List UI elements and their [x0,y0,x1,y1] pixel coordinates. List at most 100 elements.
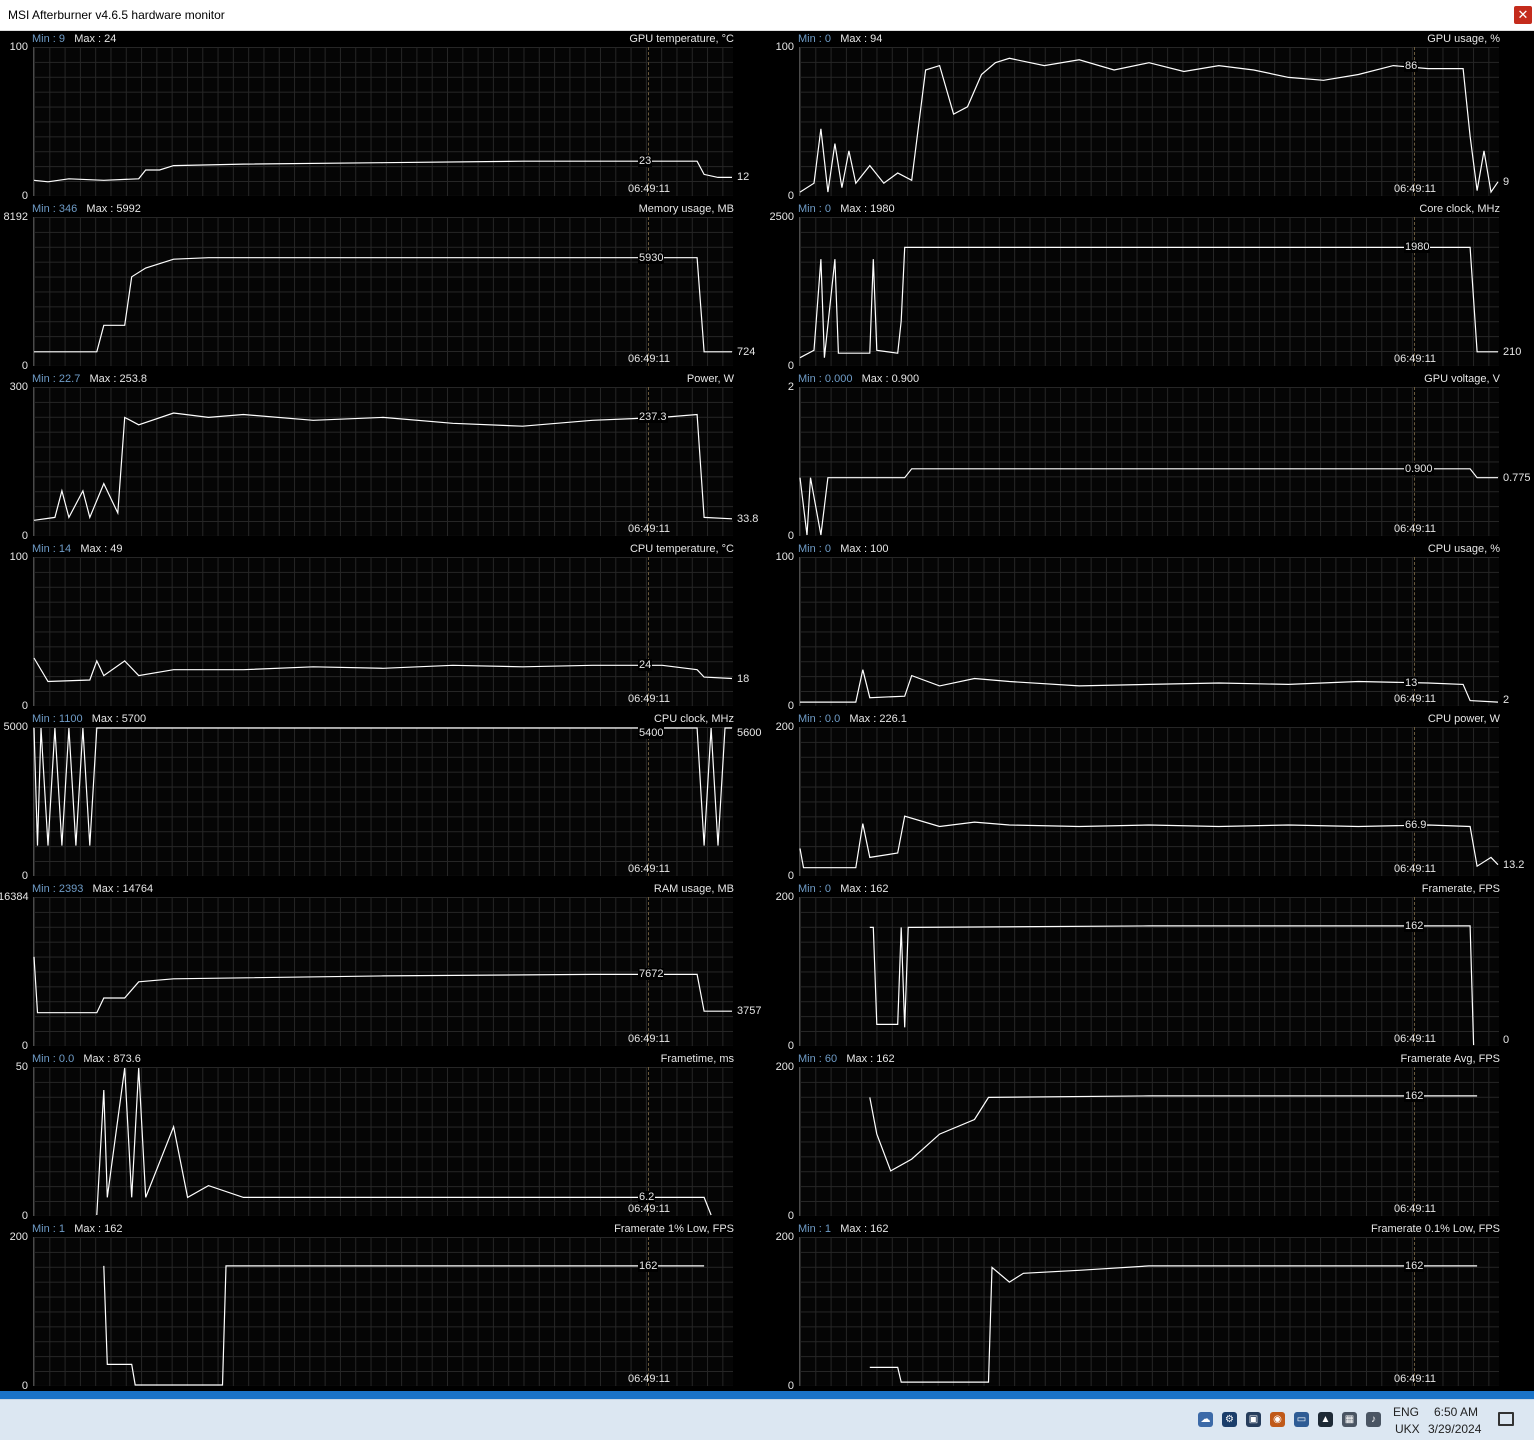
network-cloud-icon[interactable]: ☁ [1198,1412,1213,1427]
min-label: Min : [798,1053,825,1065]
graph-minmax: Min : 0.000 Max : 0.900 [798,373,919,385]
graph-timestamp: 06:49:11 [1394,1203,1437,1215]
trace-line [799,57,1499,194]
graph-trace [869,1095,1478,1172]
graph-panel[interactable]: Min : 22.7 Max : 253.8 Power, W 300 0 237.3 0… [0,371,766,542]
graph-trace [799,468,1498,536]
graph-plot-area[interactable]: 162 06:49:11 [33,1237,733,1386]
graph-title: Power, W [686,373,734,385]
graph-title: RAM usage, MB [653,883,734,895]
last-value: 3757 [737,1005,762,1018]
graph-panel[interactable]: Min : 0.0 Max : 873.6 Frametime, ms 50 0 6.2… [0,1051,766,1222]
current-value: 0.900 [1404,462,1434,475]
min-label: Min : [798,1223,825,1235]
max-value: 5700 [121,713,147,725]
graph-panel[interactable]: Min : 0 Max : 162 Framerate, FPS 200 0 162 06… [766,881,1532,1052]
graph-panel[interactable]: Min : 1 Max : 162 Framerate 1% Low, FPS 20… [0,1221,766,1392]
graph-plot-area[interactable]: 24 06:49:11 [33,557,733,706]
hardware-monitor-graphs[interactable]: Min : 9 Max : 24 GPU temperature, °C 100 0 2… [0,31,1534,1392]
graph-title: GPU usage, % [1427,33,1500,45]
trace-line [33,956,732,1014]
clock-time[interactable]: 6:50 AM [1434,1405,1478,1419]
graph-trace [800,669,1499,703]
graph-panel[interactable]: Min : 0 Max : 100 CPU usage, % 100 0 13 06:49… [766,541,1532,712]
graph-panel[interactable]: Min : 9 Max : 24 GPU temperature, °C 100 0 2… [0,31,766,202]
max-value: 100 [870,543,889,555]
graph-timestamp: 06:49:11 [628,1373,671,1385]
graph-plot-area[interactable]: 162 06:49:11 [799,1237,1499,1386]
clock-date[interactable]: 3/29/2024 [1428,1422,1481,1436]
graph-panel[interactable]: Min : 1 Max : 162 Framerate 0.1% Low, FPS… [766,1221,1532,1392]
graph-minmax: Min : 0 Max : 162 [798,883,889,895]
trace-line [103,1265,705,1386]
notification-center-icon[interactable] [1498,1412,1514,1426]
graph-trace [103,1265,705,1386]
graph-minmax: Min : 0.0 Max : 226.1 [798,713,907,725]
max-value: 226.1 [879,713,907,725]
graph-plot-area[interactable]: 86 06:49:11 [799,47,1499,196]
graph-plot-area[interactable]: 6.2 06:49:11 [33,1067,733,1216]
graph-panel[interactable]: Min : 2393 Max : 14764 RAM usage, MB 16384… [0,881,766,1052]
graph-panel[interactable]: Min : 60 Max : 162 Framerate Avg, FPS 200 0… [766,1051,1532,1222]
graph-plot-area[interactable]: 162 06:49:11 [799,897,1499,1046]
current-value: 7672 [638,968,665,981]
last-value: 724 [737,345,756,358]
graph-plot-area[interactable]: 237.3 06:49:11 [33,387,733,536]
msi-afterburner-icon[interactable]: ◉ [1270,1412,1285,1427]
max-label: Max : [831,543,871,555]
keyboard-layout[interactable]: UKX [1395,1422,1420,1436]
graph-title: Framerate, FPS [1421,883,1500,895]
min-label: Min : [798,33,825,45]
graph-trace [33,412,733,521]
graph-plot-area[interactable]: 13 06:49:11 [799,557,1499,706]
min-value: 1100 [58,713,83,725]
graph-plot-area[interactable]: 5400 06:49:11 [33,727,733,876]
graph-panel[interactable]: Min : 14 Max : 49 CPU temperature, °C 100 0… [0,541,766,712]
max-label: Max : [80,373,120,385]
graph-timestamp: 06:49:11 [1394,523,1437,535]
graph-plot-area[interactable]: 7672 06:49:11 [33,897,733,1046]
graph-panel[interactable]: Min : 1100 Max : 5700 CPU clock, MHz 5000 0… [0,711,766,882]
graph-title: GPU voltage, V [1424,373,1500,385]
graph-panel[interactable]: Min : 346 Max : 5992 Memory usage, MB 8192… [0,201,766,372]
graph-title: Framerate 0.1% Low, FPS [1371,1223,1500,1235]
graph-minmax: Min : 14 Max : 49 [32,543,123,555]
graph-timestamp: 06:49:11 [1394,693,1437,705]
graph-minmax: Min : 22.7 Max : 253.8 [32,373,147,385]
graph-minmax: Min : 1 Max : 162 [798,1223,889,1235]
scale-max-label: 200 [775,1231,794,1243]
close-button[interactable]: ✕ [1514,6,1532,24]
input-language[interactable]: ENG [1393,1405,1419,1419]
current-value: 86 [1404,59,1419,72]
network-icon[interactable]: ▦ [1342,1412,1357,1427]
last-value: 13.2 [1503,858,1525,871]
min-label: Min : [32,1223,59,1235]
graph-plot-area[interactable]: 66.9 06:49:11 [799,727,1499,876]
graph-panel[interactable]: Min : 0.000 Max : 0.900 GPU voltage, V200… [766,371,1532,542]
graph-trace [869,925,1475,1046]
graph-plot-area[interactable]: 0.900 06:49:11 [799,387,1499,536]
current-value: 162 [1404,1259,1425,1272]
graph-plot-area[interactable]: 5930 06:49:11 [33,217,733,366]
trace-line [33,160,732,183]
min-value: 0.0 [824,713,841,725]
graph-plot-area[interactable]: 162 06:49:11 [799,1067,1499,1216]
graph-minmax: Min : 346 Max : 5992 [32,203,141,215]
graph-timestamp: 06:49:11 [1394,863,1437,875]
nvidia-icon[interactable]: ▲ [1318,1412,1333,1427]
graph-panel[interactable]: Min : 0 Max : 1980 Core clock, MHz 2500 0 19… [766,201,1532,372]
scale-max-label: 16384 [0,891,29,903]
speaker-icon[interactable]: ♪ [1366,1412,1381,1427]
window-titlebar: MSI Afterburner v4.6.5 hardware monitor … [0,0,1534,31]
min-value: 0.000 [824,373,853,385]
graph-plot-area[interactable]: 1980 06:49:11 [799,217,1499,366]
graph-minmax: Min : 0 Max : 94 [798,33,882,45]
graph-plot-area[interactable]: 23 06:49:11 [33,47,733,196]
scale-max-label: 200 [775,721,794,733]
steam-icon[interactable]: ⚙ [1222,1412,1237,1427]
graph-panel[interactable]: Min : 0 Max : 94 GPU usage, % 100 0 86 06:49:… [766,31,1532,202]
graph-panel[interactable]: Min : 0.0 Max : 226.1 CPU power, W 200 0 66.… [766,711,1532,882]
min-label: Min : [32,373,59,385]
drive-icon[interactable]: ▭ [1294,1412,1309,1427]
monitor-icon[interactable]: ▣ [1246,1412,1261,1427]
